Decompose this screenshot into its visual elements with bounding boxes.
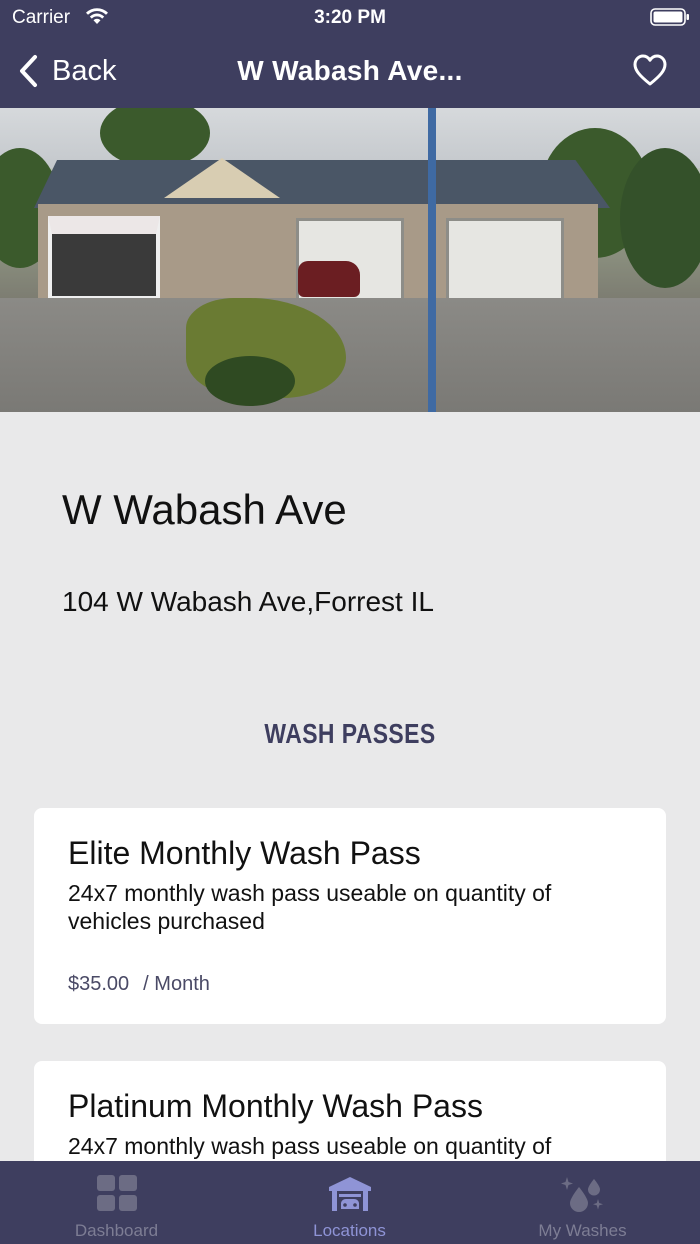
location-photo: [0, 108, 700, 412]
nav-bar: Back W Wabash Ave...: [0, 36, 700, 108]
status-time: 3:20 PM: [314, 7, 386, 28]
battery-icon: [650, 8, 689, 26]
grid-icon: [96, 1175, 137, 1211]
location-address: 104 W Wabash Ave,Forrest IL: [62, 586, 434, 617]
tab-my-washes[interactable]: My Washes: [466, 1161, 699, 1244]
garage-icon: [328, 1177, 371, 1211]
wash-pass-description: 24x7 monthly wash pass useable on quanti…: [68, 1133, 552, 1159]
droplets-icon: [560, 1177, 603, 1212]
wash-pass-title: Elite Monthly Wash Pass: [68, 835, 421, 871]
wash-pass-title: Platinum Monthly Wash Pass: [68, 1088, 483, 1124]
tab-bar: Dashboard Locations My Washes: [0, 1161, 700, 1244]
tab-label: My Washes: [538, 1221, 627, 1240]
tab-label: Dashboard: [74, 1221, 159, 1240]
page-title: W Wabash Ave...: [237, 55, 463, 86]
heart-icon[interactable]: [632, 53, 668, 87]
wash-pass-period: / Month: [143, 973, 210, 995]
top-bar: Carrier 3:20 PM Back W Wabash Ave...: [0, 0, 700, 108]
tab-label: Locations: [313, 1221, 386, 1240]
wash-pass-price-row: $35.00 / Month: [68, 973, 224, 996]
status-bar: Carrier 3:20 PM: [0, 0, 700, 36]
wash-pass-price: $35.00: [68, 973, 130, 995]
wash-pass-description: 24x7 monthly wash pass useable on quanti…: [68, 880, 552, 934]
tab-dashboard[interactable]: Dashboard: [0, 1161, 233, 1244]
tab-locations[interactable]: Locations: [233, 1161, 466, 1244]
wash-pass-card[interactable]: Elite Monthly Wash Pass 24x7 monthly was…: [34, 808, 666, 1024]
location-name: W Wabash Ave: [62, 486, 347, 533]
section-title: WASH PASSES: [264, 718, 436, 749]
